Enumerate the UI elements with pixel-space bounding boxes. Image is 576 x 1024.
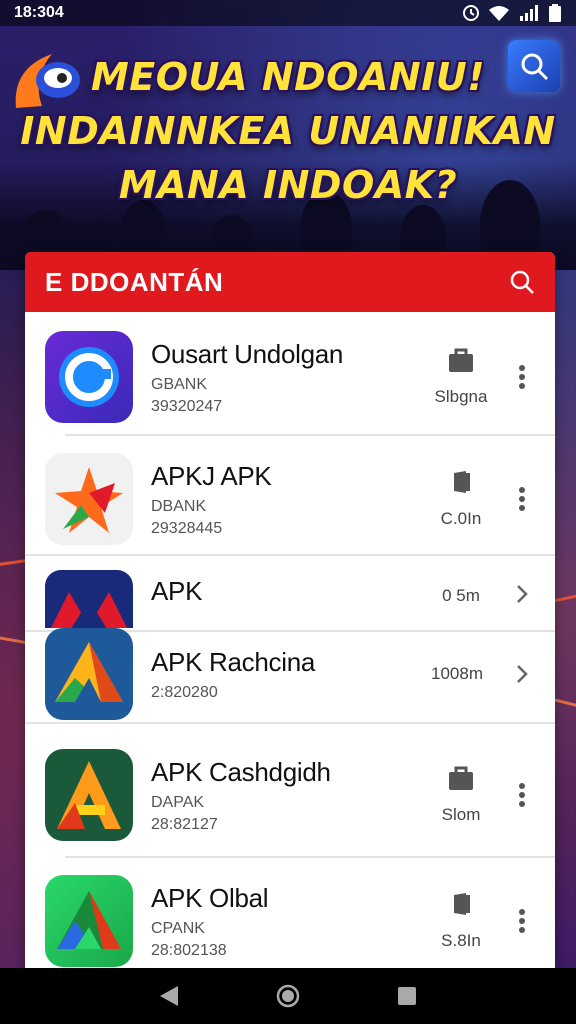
recents-icon[interactable] [396,985,418,1007]
app-size: Slbgna [434,387,488,406]
app-icon [45,749,133,841]
alarm-icon [463,5,479,21]
more-vert-icon[interactable] [507,365,537,389]
wifi-icon [489,6,509,21]
app-name: APK Cashdgidh [151,756,331,787]
panel-title: E DDOANTÁN [45,266,224,297]
app-icon [45,875,133,967]
divider [25,722,555,724]
divider [65,856,555,858]
home-icon[interactable] [275,983,301,1009]
app-meta: 28:82127 [151,815,218,833]
app-icon [45,331,133,423]
app-name: APK [151,576,203,606]
list-item[interactable]: APK Olbal CPANK 28:802138 S.8In [25,866,555,968]
more-vert-icon[interactable] [507,909,537,933]
app-meta: 28:802138 [151,941,227,959]
app-size: C.0In [440,509,482,528]
panel-header: E DDOANTÁN [25,252,555,312]
battery-icon [549,4,561,22]
chevron-right-icon[interactable] [507,664,537,684]
app-icon [45,570,133,628]
app-developer: DBANK [151,497,207,515]
promo-headline: MEOUA NDOANIU! INDAINNKEA UNANIIKAN MANA… [0,50,576,212]
app-size: 0 5m [442,586,480,605]
list-item[interactable]: APK Cashdgidh DAPAK 28:82127 Slom [25,740,555,850]
app-meta: 39320247 [151,397,223,415]
app-meta: 29328445 [151,519,223,537]
chevron-right-icon[interactable] [507,570,537,604]
more-vert-icon[interactable] [507,783,537,807]
app-name: APK Rachcina [151,646,316,677]
app-size: S.8In [441,931,481,950]
list-item[interactable]: APK 0 5m [25,566,555,628]
bag-icon[interactable] [447,765,475,791]
divider [65,434,555,436]
app-icon [45,628,133,720]
app-developer: DAPAK [151,793,205,811]
list-item[interactable]: APKJ APK DBANK 29328445 C.0In [25,444,555,554]
app-developer: GBANK [151,375,208,393]
app-meta: 2:820280 [151,683,218,701]
app-size: 1008m [431,664,483,683]
app-developer: CPANK [151,919,205,937]
search-icon[interactable] [509,269,535,295]
status-time: 18:304 [14,4,64,21]
headline-line-1: MEOUA NDOANIU! [90,55,486,99]
headline-line-2: INDAINNKEA UNANIIKAN [20,109,556,153]
divider [25,554,555,556]
app-name: APKJ APK [151,460,272,491]
bag-icon[interactable] [447,347,475,373]
door-icon[interactable] [448,469,474,495]
signal-icon [520,5,538,21]
app-name: APK Olbal [151,882,269,913]
app-size: Slom [441,805,481,824]
list-item[interactable]: APK Rachcina 2:820280 1008m [25,628,555,720]
app-list-panel: E DDOANTÁN Ousart Undolgan GBANK 3932024… [25,252,555,968]
app-name: Ousart Undolgan [151,338,344,369]
system-nav-bar [0,968,576,1024]
app-icon [45,453,133,545]
headline-line-3: MANA INDOAK? [118,163,458,207]
status-bar: 18:304 [0,0,576,26]
list-item[interactable]: Ousart Undolgan GBANK 39320247 Slbgna [25,322,555,432]
door-icon[interactable] [448,891,474,917]
more-vert-icon[interactable] [507,487,537,511]
back-icon[interactable] [158,984,180,1008]
